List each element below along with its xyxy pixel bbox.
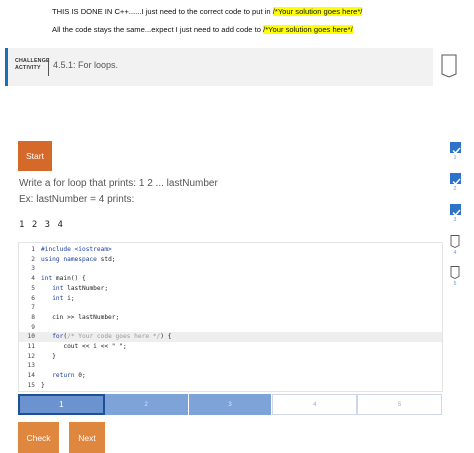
code-line[interactable]: 7 <box>19 303 442 313</box>
progress-bar: 12345 <box>18 394 442 415</box>
prompt-line-1: Write a for loop that prints: 1 2 ... la… <box>19 178 218 189</box>
expected-output: 1 2 3 4 <box>19 220 64 230</box>
note-1-text: THIS IS DONE IN C++......I just need to … <box>52 7 273 16</box>
challenge-header: CHALLENGE ACTIVITY 4.5.1: For loops. <box>5 48 433 86</box>
code-text: } <box>41 381 45 389</box>
code-text: using namespace std; <box>41 255 116 263</box>
code-text: cin >> lastNumber; <box>41 313 120 321</box>
code-text: int lastNumber; <box>52 284 109 292</box>
header-divider <box>48 58 49 76</box>
level-number: 5 <box>453 281 457 287</box>
code-text: int main() { <box>41 275 86 283</box>
code-text: int i; <box>52 294 75 302</box>
code-line[interactable]: 4 int main() { <box>19 274 442 284</box>
line-number: 6 <box>31 294 35 302</box>
code-line[interactable]: 3 <box>19 264 442 274</box>
line-number: 9 <box>31 323 35 331</box>
level-indicator-4[interactable]: 4 <box>448 235 462 256</box>
note-1-highlight: /*Your solution goes here*/ <box>272 7 363 16</box>
code-text: cout << i << " "; <box>41 343 127 350</box>
code-editor[interactable]: 1 #include <iostream> 2 using namespace std… <box>18 242 443 392</box>
checkmark-icon <box>449 204 461 217</box>
line-number: 3 <box>31 265 35 273</box>
bookmark-icon[interactable] <box>441 54 457 78</box>
code-line[interactable]: 1 #include <iostream> <box>19 245 442 255</box>
code-line[interactable]: 12 } <box>19 352 442 362</box>
checkmark-icon <box>449 142 461 155</box>
code-line[interactable]: 2 using namespace std; <box>19 255 442 265</box>
code-text: return 0; <box>52 372 86 380</box>
line-number: 14 <box>27 372 35 380</box>
code-text: #include <iostream> <box>41 246 112 253</box>
line-number: 13 <box>27 362 35 370</box>
instruction-note-2: All the code stays the same...expect I j… <box>52 25 353 34</box>
note-2-highlight: /*Your solution goes here*/ <box>263 25 353 34</box>
code-line[interactable]: 13 <box>19 361 442 371</box>
level-indicator-1[interactable]: 1 <box>448 142 462 161</box>
code-line[interactable]: 9 <box>19 323 442 333</box>
code-line[interactable]: 5 int lastNumber; <box>19 284 442 294</box>
line-number: 10 <box>27 333 35 341</box>
challenge-card: CHALLENGE ACTIVITY 4.5.1: For loops. Sta… <box>5 48 466 453</box>
code-line[interactable]: 14 return 0; <box>19 371 442 381</box>
line-number: 7 <box>31 304 35 312</box>
progress-step-3[interactable]: 3 <box>188 394 273 415</box>
code-line[interactable]: 6 int i; <box>19 294 442 304</box>
prompt-line-2: Ex: lastNumber = 4 prints: <box>19 194 135 205</box>
label-line-1: CHALLENGE <box>15 58 50 64</box>
code-text: } <box>41 352 56 360</box>
instruction-note-1: THIS IS DONE IN C++......I just need to … <box>52 7 363 16</box>
activity-title: 4.5.1: For loops. <box>53 60 119 70</box>
progress-step-1[interactable]: 1 <box>18 394 105 415</box>
line-number: 5 <box>31 284 35 292</box>
pending-bookmark-icon <box>450 235 460 249</box>
check-button[interactable]: Check <box>18 422 59 453</box>
line-number: 11 <box>27 343 35 350</box>
line-number: 12 <box>27 352 35 360</box>
level-indicator-3[interactable]: 3 <box>448 204 462 223</box>
code-line[interactable]: 11 cout << i << " "; <box>19 342 442 352</box>
level-indicator-2[interactable]: 2 <box>448 173 462 192</box>
progress-step-4[interactable]: 4 <box>272 394 358 415</box>
line-number: 15 <box>27 381 35 389</box>
line-number: 4 <box>31 275 35 283</box>
level-number: 4 <box>453 250 457 256</box>
note-2-text: All the code stays the same...expect I j… <box>52 25 264 34</box>
checkmark-icon <box>449 173 461 186</box>
code-text: for(/* Your code goes here */) { <box>52 333 172 341</box>
next-button[interactable]: Next <box>69 422 105 453</box>
line-number: 1 <box>31 246 35 253</box>
line-number: 2 <box>31 255 35 263</box>
level-indicator-5[interactable]: 5 <box>448 266 462 287</box>
pending-bookmark-icon <box>450 266 460 280</box>
code-line[interactable]: 15} <box>19 381 442 391</box>
start-button[interactable]: Start <box>18 141 52 171</box>
progress-step-5[interactable]: 5 <box>357 394 442 415</box>
code-line[interactable]: 10 for(/* Your code goes here */) { <box>19 332 442 343</box>
challenge-activity-label: CHALLENGE ACTIVITY <box>15 58 50 72</box>
line-number: 8 <box>31 313 35 321</box>
code-line[interactable]: 8 cin >> lastNumber; <box>19 313 442 323</box>
label-line-2: ACTIVITY <box>15 65 41 71</box>
progress-step-2[interactable]: 2 <box>104 394 189 415</box>
